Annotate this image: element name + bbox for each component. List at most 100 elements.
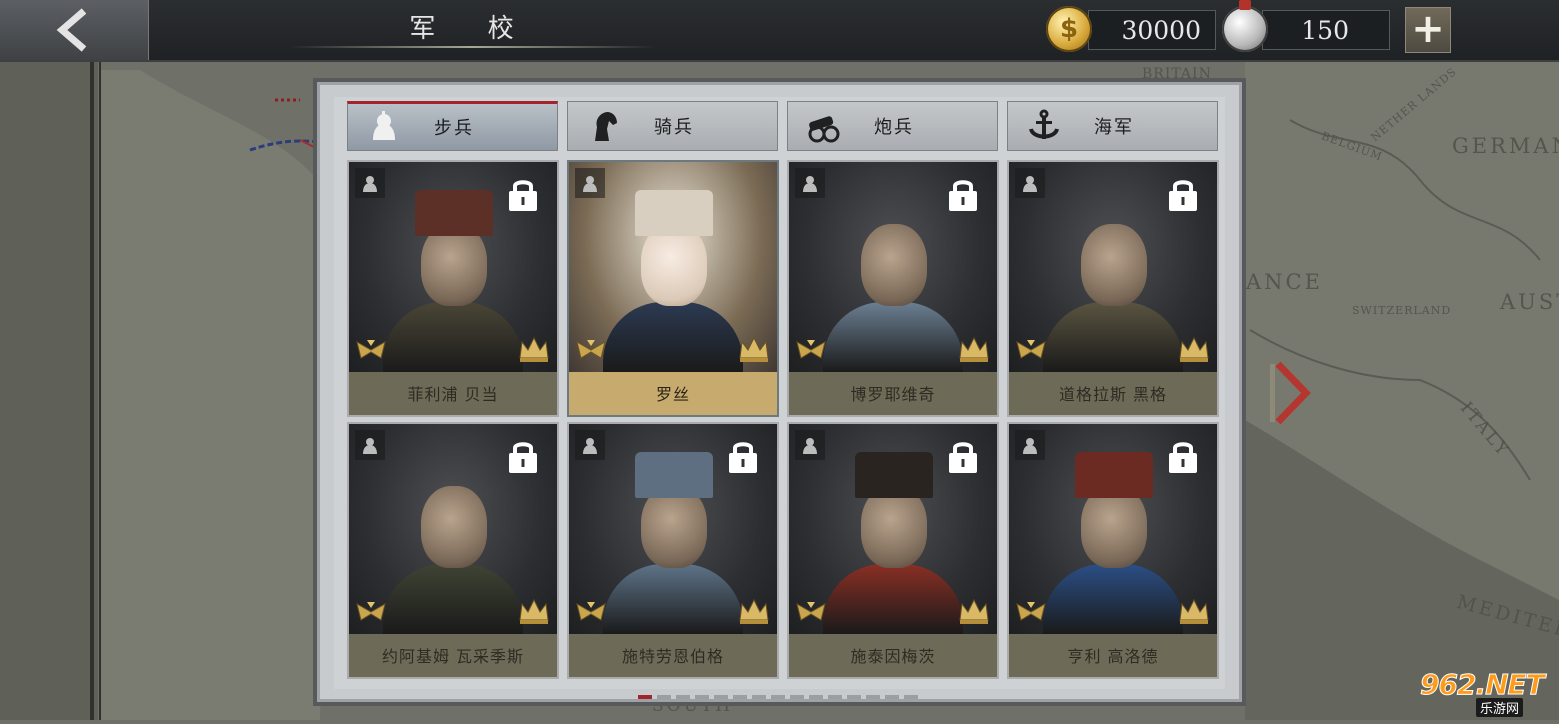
crown-icon <box>957 596 991 626</box>
rank-insignia-icon <box>355 338 387 362</box>
watermark-subtitle: 乐游网 <box>1476 698 1524 717</box>
page-dot[interactable] <box>885 695 899 699</box>
page-dot[interactable] <box>904 695 918 699</box>
general-card[interactable]: 施泰因梅茨 <box>787 422 999 679</box>
lock-icon <box>505 438 541 474</box>
tab-infantry[interactable]: 步兵 <box>347 101 558 151</box>
tab-artillery[interactable]: 炮兵 <box>787 101 998 151</box>
portrait-face <box>641 486 707 568</box>
infantry-class-icon <box>795 430 825 460</box>
map-label-britain: BRITAIN <box>1142 66 1212 82</box>
infantry-class-icon <box>1015 430 1045 460</box>
general-card[interactable]: 道格拉斯 黑格 <box>1007 160 1219 417</box>
lock-icon <box>1165 438 1201 474</box>
crown-icon <box>517 334 551 364</box>
horse-head-icon <box>582 106 626 146</box>
general-name: 博罗耶维奇 <box>789 372 997 415</box>
page-dot[interactable] <box>828 695 842 699</box>
portrait-hat <box>635 190 713 236</box>
rank-insignia-icon <box>1015 600 1047 624</box>
page-dot[interactable] <box>790 695 804 699</box>
gold-amount: 30000 <box>1088 10 1216 50</box>
watermark-logo: 962.NET <box>1420 668 1546 702</box>
chevron-left-icon <box>56 8 87 52</box>
infantry-class-icon <box>1015 168 1045 198</box>
tab-artillery-label: 炮兵 <box>874 117 914 138</box>
portrait-face <box>1081 486 1147 568</box>
page-dot[interactable] <box>714 695 728 699</box>
academy-panel: 步兵 骑兵 炮兵 海军 菲利浦 贝当 罗丝 博罗耶维奇 道格拉斯 黑格约阿基姆 瓦采季… <box>317 82 1242 702</box>
rank-insignia-icon <box>575 600 607 624</box>
page-dot[interactable] <box>847 695 861 699</box>
portrait-uniform <box>823 302 963 372</box>
gold-coin-icon: $ <box>1046 6 1092 52</box>
portrait-face <box>641 224 707 306</box>
infantry-class-icon <box>575 430 605 460</box>
page-dot[interactable] <box>695 695 709 699</box>
lock-icon <box>725 438 761 474</box>
top-bar: 军 校 30000 $ 150 + <box>0 0 1559 62</box>
page-dot[interactable] <box>771 695 785 699</box>
page-dot[interactable] <box>676 695 690 699</box>
page-dot[interactable] <box>866 695 880 699</box>
general-name: 施特劳恩伯格 <box>569 634 777 677</box>
portrait-hat <box>635 452 713 498</box>
general-name: 亨利 高洛德 <box>1009 634 1217 677</box>
general-card[interactable]: 施特劳恩伯格 <box>567 422 779 679</box>
next-page-arrow-icon[interactable] <box>1270 358 1314 428</box>
portrait-uniform <box>603 564 743 634</box>
map-label-germany: GERMANY <box>1452 134 1559 158</box>
infantry-class-icon <box>795 168 825 198</box>
tab-cavalry[interactable]: 骑兵 <box>567 101 778 151</box>
back-button[interactable] <box>0 0 149 60</box>
portrait-face <box>421 224 487 306</box>
map-label-france: ANCE <box>1246 270 1323 294</box>
infantry-class-icon <box>575 168 605 198</box>
portrait-uniform <box>823 564 963 634</box>
rank-insignia-icon <box>575 338 607 362</box>
infantry-helmet-icon <box>362 107 406 147</box>
general-card[interactable]: 约阿基姆 瓦采季斯 <box>347 422 559 679</box>
tab-navy[interactable]: 海军 <box>1007 101 1218 151</box>
title-underline <box>290 46 655 48</box>
general-card[interactable]: 博罗耶维奇 <box>787 160 999 417</box>
portrait-face <box>861 486 927 568</box>
cannon-icon <box>802 106 846 146</box>
portrait-face <box>861 224 927 306</box>
page-indicator <box>638 695 918 701</box>
page-title: 军 校 <box>409 14 536 44</box>
portrait-hat <box>855 452 933 498</box>
medal-coin-icon <box>1222 0 1268 52</box>
general-name: 约阿基姆 瓦采季斯 <box>349 634 557 677</box>
portrait-face <box>421 486 487 568</box>
tab-navy-label: 海军 <box>1094 117 1134 138</box>
map-label-switzerland: SWITZERLAND <box>1352 304 1452 317</box>
tab-cavalry-label: 骑兵 <box>654 117 694 138</box>
crown-icon <box>517 596 551 626</box>
tab-infantry-label: 步兵 <box>434 118 474 139</box>
page-dot[interactable] <box>638 695 652 699</box>
lock-icon <box>505 176 541 212</box>
rank-insignia-icon <box>795 338 827 362</box>
infantry-class-icon <box>355 430 385 460</box>
general-card[interactable]: 菲利浦 贝当 <box>347 160 559 417</box>
portrait-uniform <box>1043 564 1183 634</box>
page-dot[interactable] <box>733 695 747 699</box>
general-card[interactable]: 亨利 高洛德 <box>1007 422 1219 679</box>
silver-amount: 150 <box>1262 10 1390 50</box>
site-watermark: 962.NET 乐游网 <box>1420 668 1552 717</box>
portrait-uniform <box>383 302 523 372</box>
general-name: 罗丝 <box>569 372 777 415</box>
general-name: 施泰因梅茨 <box>789 634 997 677</box>
add-currency-button[interactable]: + <box>1405 7 1451 53</box>
page-dot[interactable] <box>657 695 671 699</box>
lock-icon <box>1165 176 1201 212</box>
anchor-icon <box>1022 106 1066 146</box>
rank-insignia-icon <box>1015 338 1047 362</box>
crown-icon <box>957 334 991 364</box>
page-dot[interactable] <box>752 695 766 699</box>
panel-content: 步兵 骑兵 炮兵 海军 菲利浦 贝当 罗丝 博罗耶维奇 道格拉斯 黑格约阿基姆 瓦采季… <box>334 97 1225 699</box>
general-card[interactable]: 罗丝 <box>567 160 779 417</box>
page-dot[interactable] <box>809 695 823 699</box>
portrait-face <box>1081 224 1147 306</box>
